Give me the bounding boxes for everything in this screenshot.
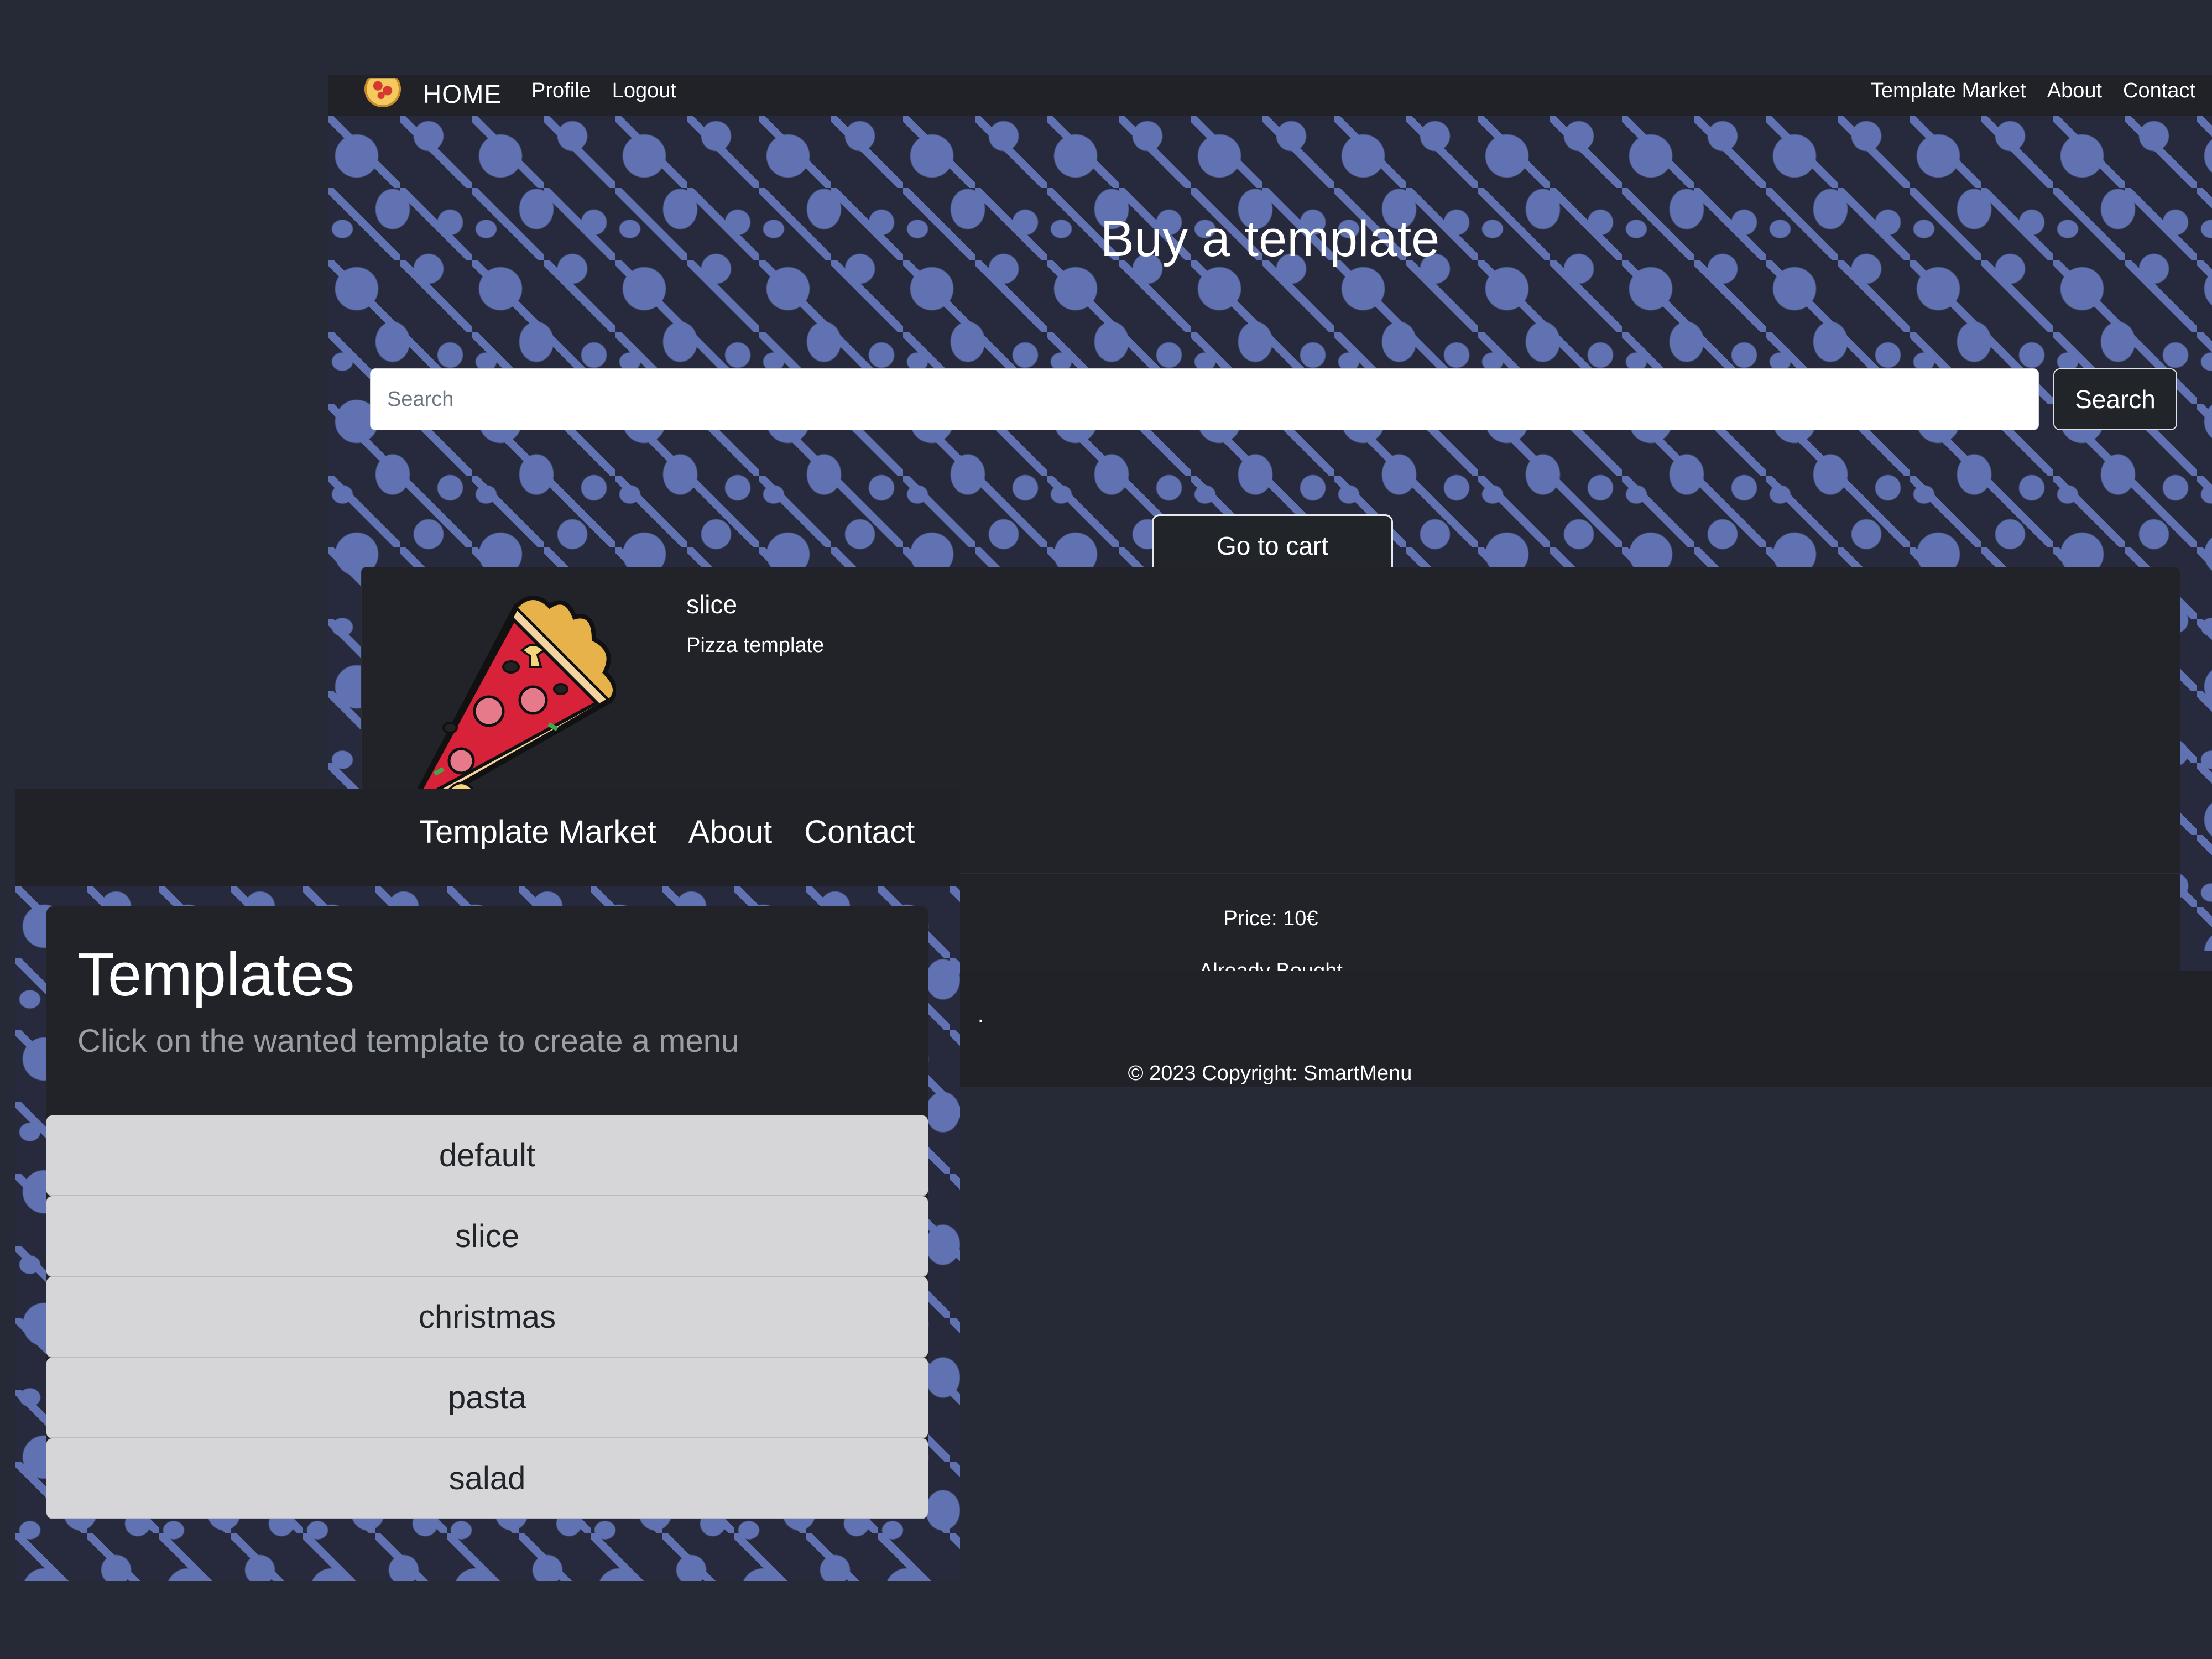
top-navbar: HOME Profile Logout Template Market Abou… xyxy=(328,75,2212,116)
nav-right-links: Template Market About Contact xyxy=(1871,79,2195,103)
footer-dot: . xyxy=(978,1004,984,1027)
page-title-text: Buy a template xyxy=(1100,211,1440,267)
overlay-nav-link-template-market[interactable]: Template Market xyxy=(419,813,656,851)
nav-link-logout[interactable]: Logout xyxy=(612,79,676,103)
search-button[interactable]: Search xyxy=(2053,368,2177,430)
overlay-nav-link-contact[interactable]: Contact xyxy=(804,813,915,851)
template-card-title: slice xyxy=(686,590,738,619)
template-item-christmas[interactable]: christmas xyxy=(46,1277,928,1358)
brand[interactable]: HOME xyxy=(364,75,502,109)
templates-subtitle: Click on the wanted template to create a… xyxy=(77,1023,739,1059)
nav-link-contact[interactable]: Contact xyxy=(2123,79,2195,103)
templates-card: Templates Click on the wanted template t… xyxy=(46,906,928,1519)
pizza-logo-icon xyxy=(364,78,401,107)
overlay-nav-link-about[interactable]: About xyxy=(688,813,773,851)
template-item-salad[interactable]: salad xyxy=(46,1438,928,1519)
template-item-pasta[interactable]: pasta xyxy=(46,1358,928,1438)
templates-list: default slice christmas pasta salad xyxy=(46,1115,928,1519)
overlay-nav-links: Template Market About Contact xyxy=(419,813,915,851)
templates-title: Templates xyxy=(77,941,355,1009)
template-item-default[interactable]: default xyxy=(46,1115,928,1196)
nav-link-profile[interactable]: Profile xyxy=(531,79,591,103)
overlay-navbar: Template Market About Contact xyxy=(15,789,960,886)
template-item-slice[interactable]: slice xyxy=(46,1196,928,1277)
nav-link-template-market[interactable]: Template Market xyxy=(1871,79,2026,103)
home-link[interactable]: HOME xyxy=(423,79,502,109)
nav-link-about[interactable]: About xyxy=(2047,79,2102,103)
template-card-description: Pizza template xyxy=(686,634,825,657)
pizza-slice-image xyxy=(403,596,616,819)
page-title: Buy a template xyxy=(328,210,2212,268)
overlay-body: Templates Click on the wanted template t… xyxy=(15,886,960,1581)
nav-left-links: Profile Logout xyxy=(531,79,676,103)
search-input[interactable] xyxy=(370,368,2039,430)
templates-window: Template Market About Contact Templates … xyxy=(15,789,960,1581)
